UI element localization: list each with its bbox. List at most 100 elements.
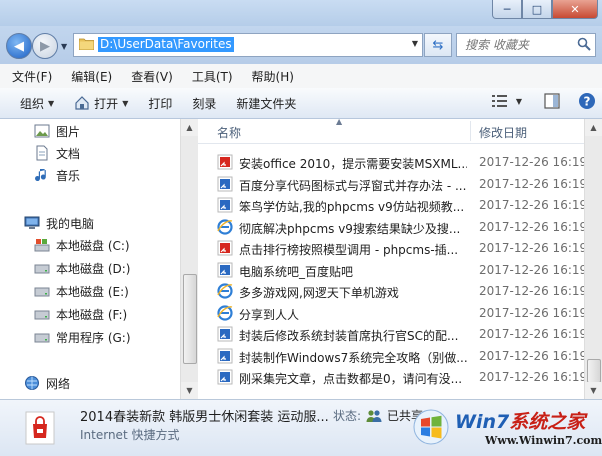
recent-pages-dropdown[interactable]: ▼ [61,42,67,51]
file-row[interactable]: 点击排行榜按照模型调用 - phpcms-插... 2017-12-26 16:1… [198,238,584,259]
scrollbar-thumb[interactable] [587,359,601,383]
search-icon [577,37,591,51]
nav-item-drive-g[interactable]: 常用程序 (G:) [34,327,131,347]
close-button[interactable]: ✕ [552,0,598,19]
nav-item-network[interactable]: 网络 [24,373,70,393]
blue-shortcut-icon [217,326,233,342]
shared-users-icon [366,409,382,422]
arrow-right-icon: ▶ [40,38,50,54]
burn-button[interactable]: 刻录 [182,88,226,118]
navigation-scrollbar[interactable]: ▲ ▼ [180,119,198,399]
refresh-icon: ⇆ [432,37,444,53]
svg-text:?: ? [584,95,591,109]
nav-item-pictures[interactable]: 图片 [34,121,80,141]
preview-pane-icon[interactable] [544,93,560,109]
blue-shortcut-icon [217,348,233,363]
file-row[interactable]: 笨鸟学仿站,我的phpcms v9仿站视频教... 2017-12-26 16:1… [198,195,584,216]
address-row: ◀ ▶ ▼ D:\UserData\Favorites ▼ ⇆ [0,26,602,64]
red-shortcut-icon [217,240,233,256]
file-row[interactable]: 安装office 2010，提示需要安装MSXML... 2017-12-26 1… [198,152,584,173]
column-header-row: ▲ 名称 修改日期 [198,119,584,144]
watermark-brand-b: 系统之家 [509,411,586,433]
nav-item-drive-f[interactable]: 本地磁盘 (F:) [34,304,127,324]
nav-item-drive-d[interactable]: 本地磁盘 (D:) [34,258,130,278]
view-dropdown-icon[interactable]: ▼ [516,97,522,106]
file-name: 刚采集完文章，点击数都是0，请问有没... [239,372,463,386]
view-options-icon[interactable] [491,94,508,108]
details-title: 2014春装新款 韩版男士休闲套装 运动服... [80,410,329,425]
nav-item-drive-e[interactable]: 本地磁盘 (E:) [34,281,129,301]
scroll-up-icon[interactable]: ▲ [585,119,602,136]
organize-button[interactable]: 组织 ▼ [0,88,64,118]
file-row[interactable]: 百度分享代码图标式与浮窗式并存办法 - ... 2017-12-26 16:19 [198,174,584,195]
back-button[interactable]: ◀ [6,33,32,59]
column-header-name[interactable]: 名称 [217,124,241,141]
help-icon[interactable]: ? [578,92,596,110]
windows-logo-icon [413,409,449,445]
menu-tools[interactable]: 工具(T) [180,68,240,85]
toolbar-right: ▼ ? [491,92,596,110]
burn-label: 刻录 [192,96,217,111]
red-shortcut-icon [217,154,233,170]
file-row[interactable]: 封装制作Windows7系统完全攻略（别做... 2017-12-26 16:19 [198,346,584,367]
column-divider[interactable] [470,121,471,141]
nav-label: 网络 [46,376,71,391]
documents-icon [36,145,48,161]
pictures-icon [34,124,50,138]
blue-shortcut-icon [217,369,233,385]
file-row[interactable]: 彻底解决phpcms v9搜索结果缺少及搜... 2017-12-26 16:19 [198,217,584,238]
address-history-dropdown[interactable]: ▼ [412,39,418,48]
scroll-down-icon[interactable]: ▼ [585,382,602,399]
network-icon [25,376,39,390]
menu-bar: 文件(F) 编辑(E) 查看(V) 工具(T) 帮助(H) [0,64,602,89]
shopping-bag-icon [25,411,55,445]
ie-icon [217,304,233,321]
drive-icon [34,310,50,320]
menu-edit[interactable]: 编辑(E) [59,68,119,85]
ie-icon [217,218,233,235]
refresh-button[interactable]: ⇆ [424,33,452,57]
file-row[interactable]: 电脑系统吧_百度贴吧 2017-12-26 16:19 [198,260,584,281]
minimize-button[interactable]: ─ [492,0,522,19]
nav-item-computer[interactable]: 我的电脑 [24,213,94,233]
nav-label: 常用程序 (G:) [56,330,131,345]
blue-shortcut-icon [217,197,233,213]
scroll-down-icon[interactable]: ▼ [181,382,198,399]
nav-item-documents[interactable]: 文档 [34,143,80,163]
window-controls: ─ □ ✕ [492,0,598,19]
file-row[interactable]: 封装后修改系统封装首席执行官SC的配... 2017-12-26 16:19 [198,324,584,345]
search-input[interactable] [463,36,575,54]
print-button[interactable]: 打印 [138,88,182,118]
file-date: 2017-12-26 16:19 [479,370,584,384]
file-name: 多多游戏网,网逻天下单机游戏 [239,286,399,300]
ie-icon [217,283,233,299]
status-label: 状态: [333,409,362,423]
nav-item-music[interactable]: 音乐 [34,165,80,185]
maximize-button[interactable]: □ [522,0,552,19]
search-box[interactable] [456,33,596,57]
computer-icon [24,216,40,229]
file-name: 点击排行榜按照模型调用 - phpcms-插... [239,243,459,257]
column-header-date[interactable]: 修改日期 [479,124,527,141]
scrollbar-thumb[interactable] [183,274,197,364]
open-label: 打开 [94,96,119,111]
menu-view[interactable]: 查看(V) [119,68,180,85]
address-bar[interactable]: D:\UserData\Favorites ▼ [73,33,423,57]
watermark-brand-a: Win7 [455,411,510,433]
menu-file[interactable]: 文件(F) [0,68,59,85]
scroll-up-icon[interactable]: ▲ [181,119,198,136]
nav-label: 我的电脑 [46,216,95,231]
address-path[interactable]: D:\UserData\Favorites [98,37,234,52]
new-folder-button[interactable]: 新建文件夹 [226,88,306,118]
forward-button[interactable]: ▶ [32,33,58,59]
file-row[interactable]: 分享到人人 2017-12-26 16:19 [198,303,584,324]
chevron-down-icon: ▼ [48,98,55,108]
nav-item-drive-c[interactable]: 本地磁盘 (C:) [34,235,130,255]
menu-help[interactable]: 帮助(H) [240,68,301,85]
file-list-scrollbar[interactable]: ▲ ▼ [584,119,602,399]
file-row[interactable]: 多多游戏网,网逻天下单机游戏 2017-12-26 16:19 [198,281,584,302]
file-row[interactable]: 刚采集完文章，点击数都是0，请问有没... 2017-12-26 16:19 [198,367,584,388]
open-button[interactable]: 打开 ▼ [64,88,138,118]
file-name: 彻底解决phpcms v9搜索结果缺少及搜... [239,221,461,236]
file-date: 2017-12-26 16:19 [479,284,584,298]
